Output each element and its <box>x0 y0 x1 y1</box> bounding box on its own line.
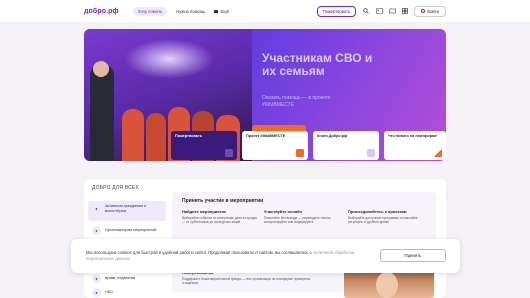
project-icon <box>296 149 304 157</box>
menu-icon <box>214 9 219 13</box>
site-header: добро.рф Хочу помочь Нужна помощь Ещё По… <box>0 0 530 22</box>
user-icon: ● <box>92 204 101 214</box>
nav-want-help[interactable]: Хочу помочь <box>132 6 168 16</box>
heart-icon <box>225 149 233 157</box>
column-text: Выбирайте события по интересам: дела в г… <box>182 216 257 225</box>
side-item-universities[interactable]: ● вузам, педагогам <box>92 274 135 283</box>
search-icon[interactable] <box>362 7 370 15</box>
school-icon: ● <box>92 274 101 283</box>
card-donate[interactable]: Пожертвовать <box>171 131 237 160</box>
volunteer-photo <box>344 270 434 298</box>
user-icon <box>421 9 426 13</box>
card-title: Что нового на платформе <box>388 134 437 138</box>
side-item-label: Организаторам мероприятий <box>105 228 157 233</box>
card-title: Книга Добро.рф <box>317 134 348 138</box>
login-button[interactable]: Войти <box>414 5 446 17</box>
card-whats-new[interactable]: Что нового на платформе <box>384 131 446 160</box>
cookie-message: Мы используем cookies для быстрой и удоб… <box>86 250 313 255</box>
book-icon <box>367 149 375 157</box>
nko-icon: ● <box>92 288 101 297</box>
menu-all-label: Ещё <box>220 8 230 14</box>
hero-title: Участникам СВО и их семьям <box>262 51 373 78</box>
content-title: Принять участие в мероприятии <box>182 198 264 204</box>
map-icon[interactable] <box>388 7 396 15</box>
column-text: Выбирайте доступные программы и помогайт… <box>348 216 418 225</box>
cookie-text: Мы используем cookies для быстрой и удоб… <box>86 250 366 262</box>
login-label: Войти <box>427 8 439 14</box>
logo[interactable]: добро.рф <box>84 8 119 15</box>
section-title: ДОБРО ДЛЯ ВСЕХ <box>92 185 139 191</box>
megaphone-icon <box>434 149 442 157</box>
side-item-nko[interactable]: ● НКО <box>92 288 113 297</box>
side-item-citizens[interactable]: ● Активным гражданам и волонтёрам <box>92 204 163 214</box>
bottom-text: Поддержите благотворительные фонды — все… <box>182 277 311 286</box>
card-title: Проект #МЫВМЕСТЕ <box>246 134 286 138</box>
donate-button[interactable]: Пожертвовать <box>316 5 357 17</box>
card-book[interactable]: Книга Добро.рф <box>313 131 379 160</box>
gallery-icon[interactable] <box>375 7 383 15</box>
menu-all-button[interactable]: Ещё <box>214 9 229 14</box>
hero-subtitle: Оказать помощь — в проекте #МЫВМЕСТЕ <box>262 95 331 108</box>
side-item-label: НКО <box>105 290 113 295</box>
grid-icon[interactable] <box>401 7 409 15</box>
nav-need-help[interactable]: Нужна помощь <box>171 7 210 16</box>
card-mivmeste[interactable]: Проект #МЫВМЕСТЕ <box>242 131 308 160</box>
cookie-accept-button[interactable]: Принять <box>380 249 446 262</box>
column-title: Найдите мероприятие <box>182 209 227 214</box>
calendar-icon: ● <box>92 226 101 235</box>
card-title: Пожертвовать <box>175 134 203 138</box>
side-item-label: вузам, педагогам <box>105 276 136 281</box>
column-title: Участвуйте онлайн <box>264 209 303 214</box>
column-text: Помогайте без выезда — переводите тексты… <box>264 216 332 225</box>
column-title: Присоединяйтесь к проектам <box>348 209 407 214</box>
side-item-organizers[interactable]: ● Организаторам мероприятий <box>92 226 163 235</box>
side-item-label: Активным гражданам и волонтёрам <box>105 204 147 213</box>
